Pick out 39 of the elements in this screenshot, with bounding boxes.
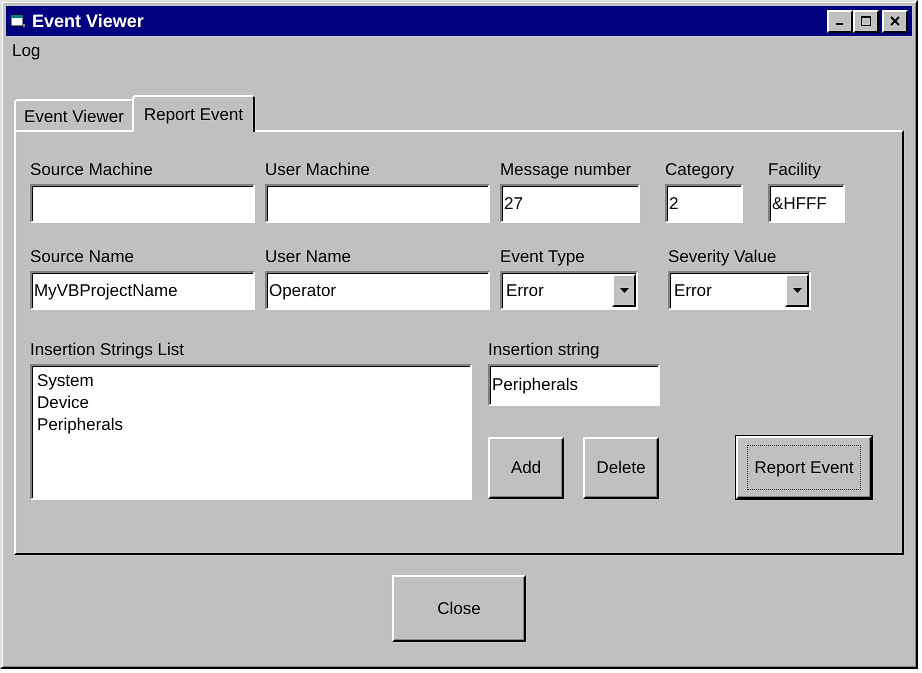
list-item[interactable]: Device (37, 392, 89, 414)
push-button[interactable]: Add (488, 437, 564, 499)
input-field[interactable]: &HFFF (768, 184, 845, 223)
input-field[interactable]: Peripherals (488, 364, 660, 406)
input-field[interactable]: MyVBProjectName (30, 271, 255, 310)
minimize-button[interactable] (827, 10, 853, 32)
menu-item[interactable]: Log (10, 41, 42, 61)
field-label: Category (665, 160, 735, 180)
input-field[interactable]: Operator (265, 271, 490, 310)
push-button[interactable]: Report Event (736, 436, 872, 499)
list-item[interactable]: System (37, 370, 94, 392)
field-label: Message number (500, 160, 632, 180)
field-label: Source Machine (30, 160, 154, 180)
input-field[interactable]: 27 (500, 184, 640, 223)
window-title: Event Viewer (32, 10, 145, 32)
input-field[interactable] (30, 184, 255, 223)
list-box[interactable]: System Device Peripherals (30, 364, 472, 500)
maximize-button[interactable] (853, 10, 879, 32)
field-label: User Machine (265, 160, 371, 180)
dropdown[interactable]: Error (668, 271, 811, 310)
close-icon[interactable] (889, 15, 901, 27)
field-label: Event Type (500, 247, 586, 267)
field-label: Facility (768, 160, 822, 180)
push-button[interactable]: Delete (583, 437, 659, 499)
list-item[interactable]: Peripherals (37, 414, 123, 436)
input-field[interactable]: 2 (665, 184, 743, 223)
close-window-button[interactable] (882, 10, 908, 32)
maximize-icon[interactable] (860, 15, 872, 27)
field-label: Insertion Strings List (30, 340, 186, 360)
field-label: User Name (265, 247, 352, 267)
field-label: Source Name (30, 247, 135, 267)
input-field[interactable] (265, 184, 490, 223)
close-button[interactable]: Close (392, 575, 526, 642)
window-icon (10, 14, 26, 28)
field-label: Severity Value (668, 247, 778, 267)
field-label: Insertion string (488, 340, 600, 360)
tab[interactable]: Event Viewer (14, 99, 134, 130)
tab[interactable]: Report Event (132, 95, 256, 132)
dropdown[interactable]: Error (500, 271, 638, 310)
